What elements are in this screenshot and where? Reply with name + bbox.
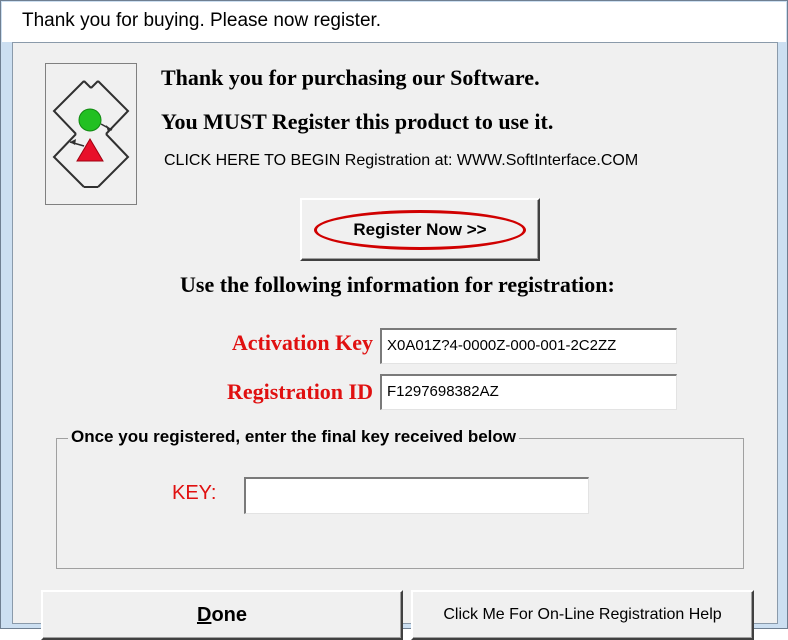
dialog-window: Thank you for buying. Please now registe… [0, 0, 788, 640]
online-registration-help-label: Click Me For On-Line Registration Help [443, 606, 722, 623]
registration-url-text[interactable]: CLICK HERE TO BEGIN Registration at: WWW… [164, 152, 638, 170]
title-bar[interactable]: Thank you for buying. Please now registe… [2, 2, 786, 42]
done-button-mnemonic: D [196, 603, 212, 626]
register-now-highlight-ring: Register Now >> [314, 209, 526, 250]
must-register-heading: You MUST Register this product to use it… [161, 109, 554, 134]
registration-id-label: Registration ID [226, 379, 373, 404]
register-now-button[interactable]: Register Now >> [300, 198, 540, 261]
thank-you-heading: Thank you for purchasing our Software. [161, 65, 540, 90]
activation-key-field[interactable]: X0A01Z?4-0000Z-000-001-2C2ZZ [380, 328, 677, 364]
done-button-label: one [211, 603, 247, 626]
key-label: KEY: [172, 482, 217, 504]
registration-info-heading: Use the following information for regist… [180, 272, 615, 297]
online-registration-help-button[interactable]: Click Me For On-Line Registration Help [411, 590, 754, 640]
register-now-label: Register Now >> [353, 219, 487, 239]
done-button[interactable]: Done [41, 590, 403, 640]
window-title: Thank you for buying. Please now registe… [22, 10, 382, 31]
final-key-group-legend: Once you registered, enter the final key… [68, 427, 519, 447]
activation-key-label: Activation Key [231, 330, 373, 355]
dialog-body: Thank you for purchasing our Software. Y… [12, 42, 778, 640]
registration-id-field[interactable]: F1297698382AZ [380, 374, 677, 410]
final-key-input[interactable] [244, 477, 589, 514]
diamond-arrows-logo-icon [45, 63, 137, 205]
